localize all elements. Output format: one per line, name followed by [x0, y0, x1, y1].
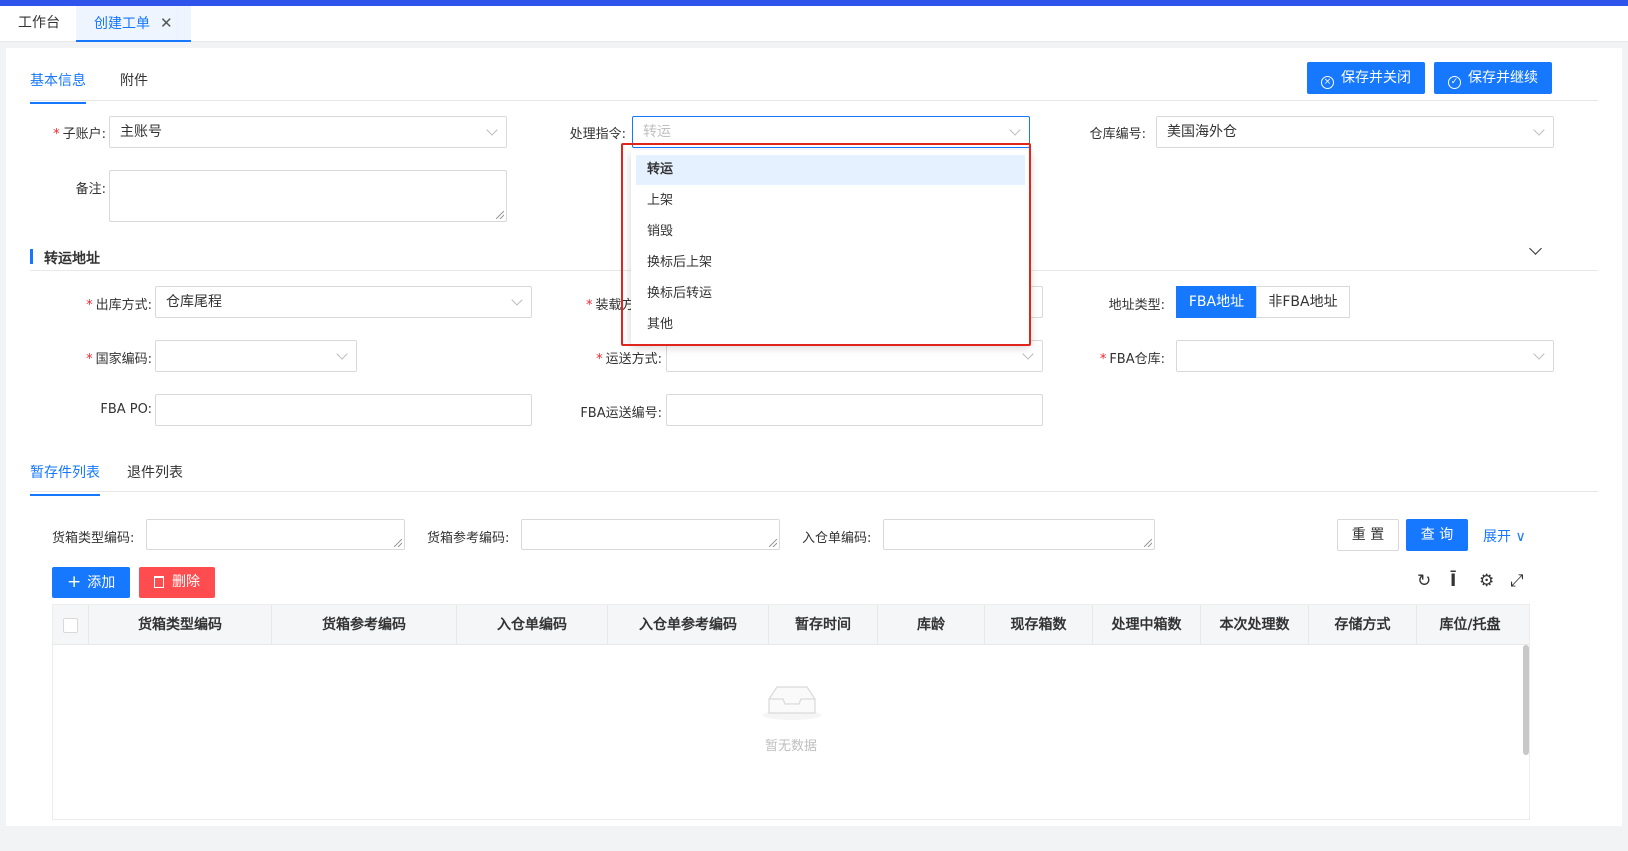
chevron-down-icon — [486, 124, 498, 136]
col-inbound-no[interactable]: 入仓单编码 — [457, 605, 608, 645]
table-header: 货箱类型编码 货箱参考编码 入仓单编码 入仓单参考编码 暂存时间 库龄 现存箱数… — [53, 605, 1529, 645]
transfer-address-title: 转运地址 — [30, 248, 100, 268]
col-staging-time[interactable]: 暂存时间 — [769, 605, 878, 645]
col-current-process[interactable]: 本次处理数 — [1201, 605, 1309, 645]
chevron-down-icon — [1533, 124, 1545, 136]
add-button[interactable]: + 添加 — [52, 567, 131, 598]
remark-textarea[interactable] — [109, 170, 507, 222]
fullscreen-icon[interactable]: ⤢ — [1510, 571, 1524, 591]
sub-account-select[interactable]: 主账号 — [109, 116, 507, 148]
tab-create-ticket[interactable]: 创建工单 ✕ — [76, 6, 191, 42]
expand-link[interactable]: 展开 ∨ — [1483, 526, 1526, 546]
col-location[interactable]: 库位/托盘 — [1417, 605, 1523, 645]
outbound-method-select[interactable]: 仓库尾程 — [155, 286, 532, 318]
fba-shipment-label: FBA运送编号: — [580, 406, 662, 421]
resize-handle-icon[interactable] — [496, 211, 504, 219]
resize-handle-icon[interactable] — [1144, 539, 1152, 547]
column-height-icon[interactable]: Ī — [1450, 571, 1456, 591]
col-box-ref-code[interactable]: 货箱参考编码 — [272, 605, 457, 645]
trash-icon — [154, 576, 164, 588]
col-age[interactable]: 库龄 — [878, 605, 985, 645]
chevron-down-icon — [1533, 348, 1545, 360]
close-icon[interactable]: ✕ — [160, 14, 173, 32]
tab-basic-info[interactable]: 基本信息 — [30, 70, 86, 104]
address-type-label: 地址类型: — [1108, 298, 1165, 313]
instruction-label: 处理指令: — [569, 127, 626, 142]
plus-icon: + — [67, 572, 82, 592]
fba-po-input[interactable] — [155, 394, 532, 426]
save-continue-button[interactable]: ✓ 保存并继续 — [1434, 62, 1552, 94]
save-close-button[interactable]: × 保存并关闭 — [1307, 62, 1425, 94]
warehouse-code-select[interactable]: 美国海外仓 — [1156, 116, 1554, 148]
staging-table: 货箱类型编码 货箱参考编码 入仓单编码 入仓单参考编码 暂存时间 库龄 现存箱数… — [52, 604, 1530, 820]
inbound-no-input[interactable] — [883, 519, 1155, 550]
chevron-down-icon — [511, 294, 523, 306]
list-tabs-divider — [30, 491, 1598, 492]
country-code-label: * 国家编码: — [86, 352, 152, 367]
shipping-method-label: * 运送方式: — [596, 352, 662, 367]
chevron-down-icon — [1009, 124, 1021, 136]
collapse-chevron-icon[interactable] — [1529, 242, 1542, 255]
select-all-checkbox[interactable] — [63, 618, 78, 633]
box-ref-code-input[interactable] — [521, 519, 780, 550]
fba-shipment-input[interactable] — [666, 394, 1043, 426]
warehouse-code-label: 仓库编号: — [1089, 127, 1146, 142]
fba-warehouse-select[interactable] — [1176, 340, 1554, 372]
close-circle-icon: × — [1321, 76, 1334, 89]
settings-icon[interactable]: ⚙ — [1479, 571, 1494, 591]
highlight-box — [621, 143, 1031, 346]
empty-text: 暂无数据 — [764, 739, 817, 754]
empty-box-icon — [763, 686, 821, 720]
table-scrollbar[interactable] — [1523, 645, 1529, 755]
col-storage-method[interactable]: 存储方式 — [1309, 605, 1417, 645]
inbound-no-label: 入仓单编码: — [802, 531, 872, 546]
fba-warehouse-label: * FBA仓库: — [1099, 352, 1165, 367]
outbound-method-label: * 出库方式: — [86, 298, 152, 313]
sub-account-label: * 子账户: — [53, 127, 106, 142]
page-tabs-bar: 工作台 创建工单 ✕ — [0, 6, 1628, 42]
box-ref-code-label: 货箱参考编码: — [427, 531, 510, 546]
refresh-icon[interactable]: ↻ — [1417, 571, 1431, 591]
country-code-select[interactable] — [155, 340, 357, 372]
resize-handle-icon[interactable] — [394, 539, 402, 547]
reset-button[interactable]: 重 置 — [1337, 519, 1399, 551]
resize-handle-icon[interactable] — [769, 539, 777, 547]
tabs-divider — [30, 100, 1598, 101]
select-all-cell — [53, 605, 89, 645]
col-current-boxes[interactable]: 现存箱数 — [985, 605, 1093, 645]
remark-label: 备注: — [75, 182, 106, 197]
fba-po-label: FBA PO: — [100, 402, 152, 417]
query-button[interactable]: 查 询 — [1406, 519, 1468, 551]
check-circle-icon: ✓ — [1448, 76, 1461, 89]
box-type-code-label: 货箱类型编码: — [52, 531, 135, 546]
chevron-down-icon — [1022, 348, 1034, 360]
tab-attachments[interactable]: 附件 — [120, 70, 148, 102]
box-type-code-input[interactable] — [146, 519, 405, 550]
col-inbound-ref[interactable]: 入仓单参考编码 — [608, 605, 769, 645]
col-processing-boxes[interactable]: 处理中箱数 — [1093, 605, 1201, 645]
tab-workbench[interactable]: 工作台 — [0, 6, 78, 42]
chevron-down-icon — [336, 348, 348, 360]
delete-button[interactable]: 删除 — [139, 567, 215, 598]
address-type-non-fba[interactable]: 非FBA地址 — [1256, 286, 1350, 318]
tab-return-list[interactable]: 退件列表 — [127, 462, 183, 494]
address-type-fba[interactable]: FBA地址 — [1176, 286, 1257, 318]
col-box-type-code[interactable]: 货箱类型编码 — [89, 605, 272, 645]
